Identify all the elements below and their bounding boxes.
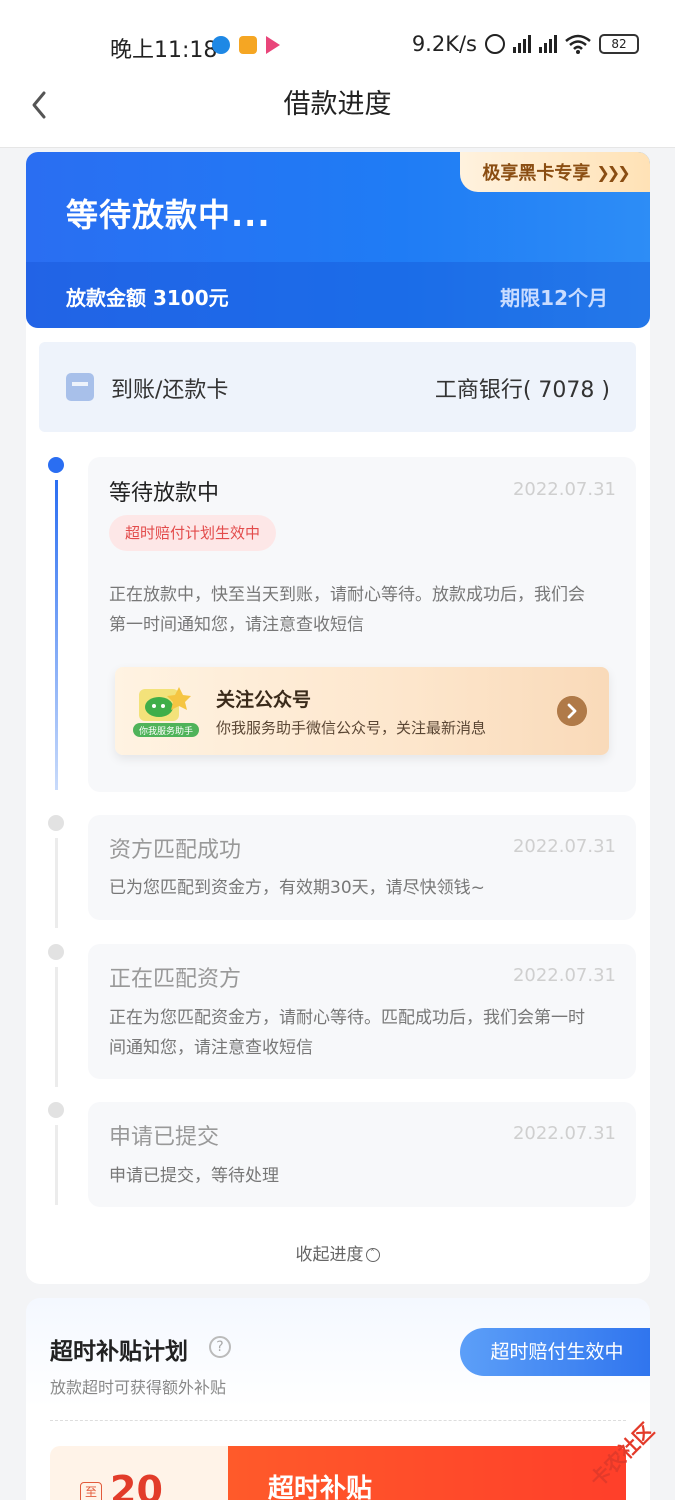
chevron-up-circle-icon: ˄ [365, 1248, 380, 1262]
desc-line: 申请已提交，等待处理 [109, 1166, 279, 1186]
svg-text:你我服务助手: 你我服务助手 [139, 725, 193, 737]
alarm-icon [485, 34, 505, 54]
page-title: 借款进度 [283, 89, 392, 120]
timeline-line [55, 967, 58, 1087]
collapse-label: 收起进度 [295, 1245, 364, 1265]
step-date: 2022.07.31 [512, 1123, 616, 1144]
desc-line: 已为您匹配到资金方，有效期30天，请尽快领钱~ [109, 878, 485, 898]
timeline-line [55, 838, 58, 928]
wechat-assistant-logo-icon: 你我服务助手 [133, 687, 199, 737]
bank-card-label: 到账/还款卡 [111, 378, 229, 403]
signal-icon [513, 35, 531, 53]
step-date: 2022.07.31 [512, 965, 616, 986]
timeline-step-waiting-disbursement: 等待放款中 2022.07.31 超时赔付计划生效中 正在放款中，快至当天到账，… [88, 457, 636, 792]
timeline-step-submitted: 申请已提交 2022.07.31 申请已提交，等待处理 [88, 1102, 636, 1207]
timeline-dot-active [48, 457, 64, 473]
timeline-step-matching: 正在匹配资方 2022.07.31 正在为您匹配资金方，请耐心等待。匹配成功后，… [88, 944, 636, 1079]
help-question-icon[interactable]: ? [209, 1336, 231, 1358]
status-right: 9.2K/s 82 [412, 32, 639, 56]
app-notification-icon [212, 36, 230, 54]
subsidy-status-pill: 超时赔付生效中 [460, 1328, 650, 1376]
subsidy-subtitle: 放款超时可获得额外补贴 [50, 1378, 227, 1397]
battery-icon: 82 [599, 34, 639, 54]
network-speed: 9.2K/s [411, 32, 477, 56]
subsidy-coupon[interactable]: 至 20 超时补贴 [50, 1446, 626, 1500]
subsidy-plan-card: 超时补贴计划 ? 放款超时可获得额外补贴 超时赔付生效中 至 20 超时补贴 [26, 1298, 650, 1500]
bank-card-value: 工商银行( 7078 ) [434, 378, 610, 403]
step-title: 资方匹配成功 [109, 838, 242, 863]
step-date: 2022.07.31 [512, 836, 616, 857]
follow-official-account-card[interactable]: 你我服务助手 关注公众号 你我服务助手微信公众号，关注最新消息 [115, 667, 609, 755]
step-description: 正在放款中，快至当天到账，请耐心等待。放款成功后，我们会 第一时间通知您，请注意… [109, 580, 616, 640]
timeline-step-matched: 资方匹配成功 2022.07.31 已为您匹配到资金方，有效期30天，请尽快领钱… [88, 815, 636, 920]
timeline-dot [48, 815, 64, 831]
vip-tag-label: 极享黑卡专享 [482, 163, 591, 184]
subsidy-title: 超时补贴计划 [50, 1339, 188, 1365]
coupon-prefix: 至 [80, 1482, 102, 1500]
loan-amount: 放款金额 3100元 [66, 286, 229, 310]
timeline-line-active [55, 480, 58, 790]
triple-chevron-right-icon: ❯❯❯ [596, 162, 630, 182]
loan-term: 期限12个月 [500, 286, 608, 310]
step-description: 已为您匹配到资金方，有效期30天，请尽快领钱~ [109, 873, 616, 903]
follow-card-subtitle: 你我服务助手微信公众号，关注最新消息 [216, 719, 487, 737]
desc-line: 间通知您，请注意查收短信 [109, 1038, 313, 1058]
dashed-divider [50, 1420, 626, 1421]
chevron-right-icon[interactable] [557, 696, 587, 726]
timeline-line [55, 1125, 58, 1205]
follow-card-title: 关注公众号 [216, 689, 312, 711]
wifi-icon [565, 34, 591, 54]
app-notification-icon [239, 36, 257, 54]
status-time: 晚上11:18 [110, 38, 218, 63]
status-bar: 晚上11:18 9.2K/s 82 [0, 0, 675, 90]
nav-bar: 借款进度 [0, 90, 675, 148]
timeline-dot [48, 1102, 64, 1118]
step-description: 申请已提交，等待处理 [109, 1161, 616, 1191]
loan-status-header: 等待放款中... 放款金额 3100元 期限12个月 极享黑卡专享 ❯❯❯ [26, 152, 650, 328]
coupon-amount: 20 [110, 1468, 163, 1500]
compensation-badge: 超时赔付计划生效中 [109, 515, 277, 551]
step-date: 2022.07.31 [512, 479, 616, 500]
step-title: 申请已提交 [109, 1125, 220, 1150]
vip-card-tag[interactable]: 极享黑卡专享 ❯❯❯ [460, 152, 650, 192]
bank-card-row[interactable]: 到账/还款卡 工商银行( 7078 ) [39, 342, 636, 432]
desc-line: 正在放款中，快至当天到账，请耐心等待。放款成功后，我们会 [109, 585, 585, 605]
status-app-icons [212, 36, 280, 54]
coupon-label: 超时补贴 [268, 1474, 373, 1500]
signal-icon [539, 35, 557, 53]
timeline-dot [48, 944, 64, 960]
loan-status-title: 等待放款中... [66, 196, 271, 234]
step-title: 等待放款中 [109, 481, 220, 506]
step-description: 正在为您匹配资金方，请耐心等待。匹配成功后，我们会第一时 间通知您，请注意查收短… [109, 1003, 616, 1063]
bank-card-icon [66, 373, 94, 401]
desc-line: 第一时间通知您，请注意查收短信 [109, 615, 364, 635]
desc-line: 正在为您匹配资金方，请耐心等待。匹配成功后，我们会第一时 [109, 1008, 585, 1028]
play-icon [266, 36, 280, 54]
step-title: 正在匹配资方 [109, 967, 242, 992]
collapse-progress-link[interactable]: 收起进度 ˄ [0, 1240, 675, 1265]
